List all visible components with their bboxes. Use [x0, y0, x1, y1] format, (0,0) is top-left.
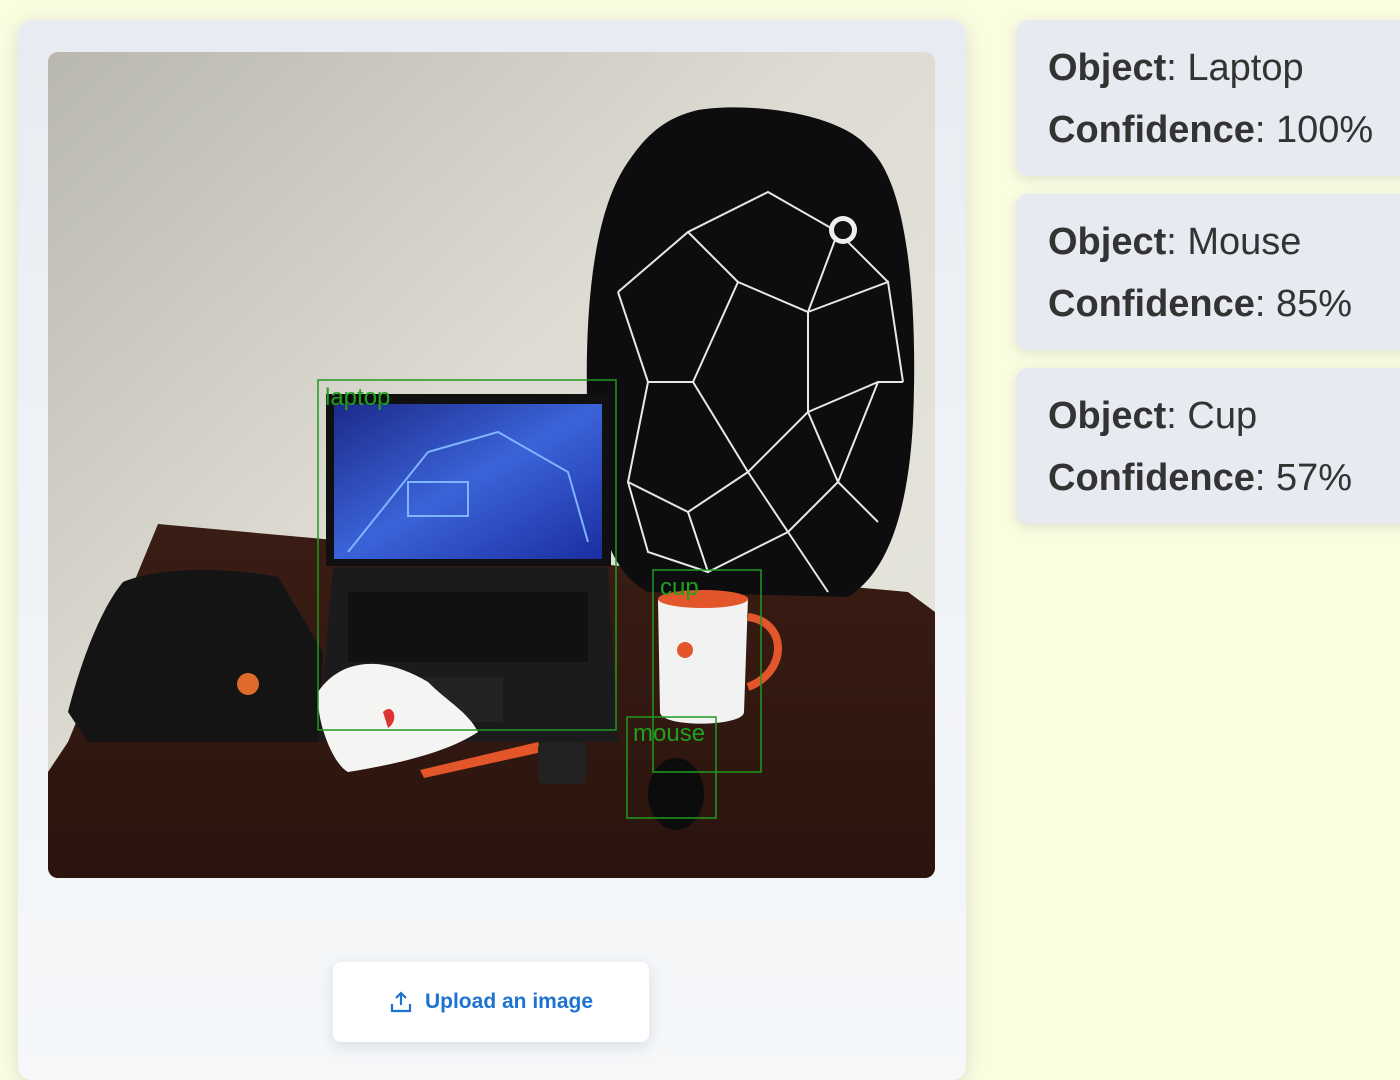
confidence-value: 85%: [1276, 283, 1353, 325]
detection-image: laptop cup mouse: [48, 52, 935, 878]
confidence-key: Confidence: [1048, 283, 1255, 325]
object-key: Object: [1048, 221, 1167, 263]
confidence-row: Confidence: 85%: [1048, 283, 1353, 325]
object-row: Object: Laptop: [1048, 47, 1304, 89]
confidence-key: Confidence: [1048, 457, 1255, 499]
result-card-cup: Object: Cup Confidence: 57%: [1016, 368, 1400, 524]
confidence-row: Confidence: 100%: [1048, 109, 1374, 151]
laptop-detection-label: laptop: [325, 384, 390, 411]
upload-button-label: Upload an image: [424, 990, 594, 1013]
confidence-key: Confidence: [1048, 109, 1255, 151]
upload-image-button[interactable]: Upload an image: [333, 962, 649, 1042]
object-row: Object: Mouse: [1048, 221, 1302, 263]
object-row: Object: Cup: [1048, 395, 1258, 437]
cup-detection-label: cup: [660, 574, 699, 601]
confidence-value: 100%: [1276, 109, 1374, 151]
object-key: Object: [1048, 47, 1167, 89]
object-value: Cup: [1187, 395, 1258, 437]
object-value: Mouse: [1187, 221, 1302, 263]
confidence-value: 57%: [1276, 457, 1353, 499]
result-card-laptop: Object: Laptop Confidence: 100%: [1016, 20, 1400, 176]
upload-icon: [390, 991, 412, 1013]
object-key: Object: [1048, 395, 1167, 437]
confidence-row: Confidence: 57%: [1048, 457, 1353, 499]
image-panel: laptop cup mouse Upload an image: [18, 20, 966, 1080]
mouse-detection-label: mouse: [633, 720, 705, 747]
object-value: Laptop: [1187, 47, 1304, 89]
result-card-mouse: Object: Mouse Confidence: 85%: [1016, 194, 1400, 350]
